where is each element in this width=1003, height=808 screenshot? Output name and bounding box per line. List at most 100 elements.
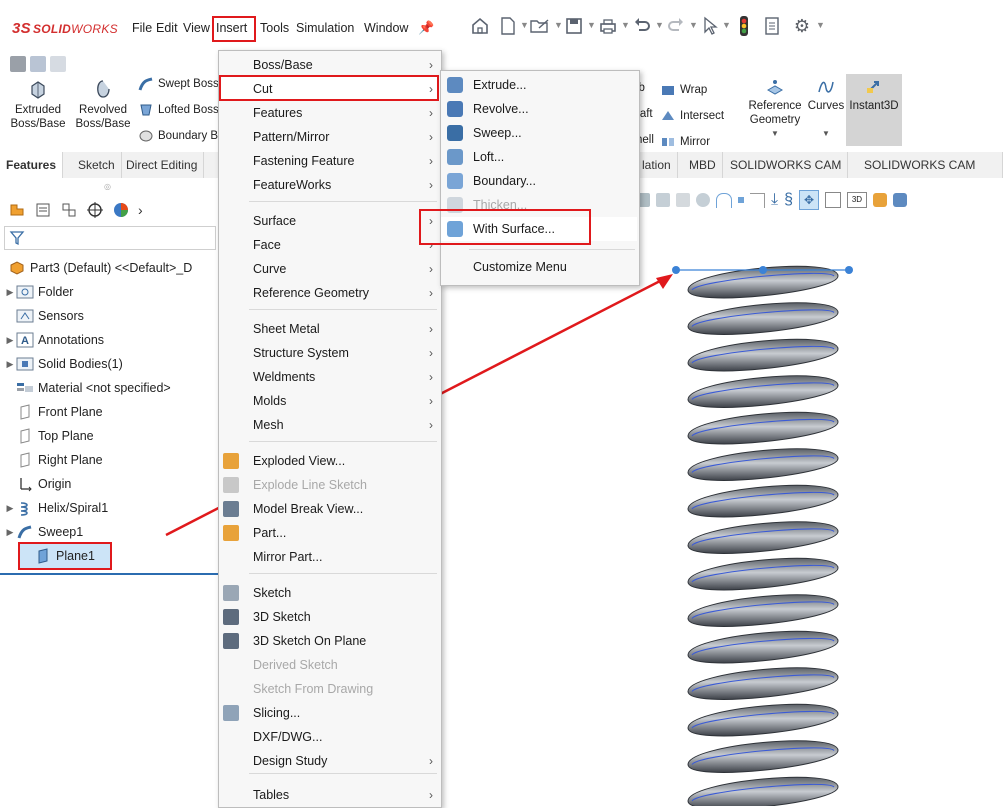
file-properties-icon[interactable] [760,14,784,38]
tree-item-solid-bodies[interactable]: ▶ Solid Bodies(1) [0,352,218,376]
plane-handle[interactable] [759,266,767,274]
tab-simulation[interactable]: lation [636,152,678,178]
tree-item-annotations[interactable]: ▶ A Annotations [0,328,218,352]
insert-menu-item-surface[interactable]: Surface › [219,209,441,233]
insert-menu-item-featureworks[interactable]: FeatureWorks › [219,173,441,197]
expand-arrow-icon[interactable]: ▶ [4,335,16,346]
camera-icon[interactable] [10,56,26,72]
plane-handle[interactable] [845,266,853,274]
curves-button[interactable]: Curves ▼ [806,78,846,141]
tree-item-origin[interactable]: Origin [0,472,218,496]
plane-handle[interactable] [672,266,680,274]
select-cursor-icon[interactable] [698,14,722,38]
pin-icon[interactable]: 📌 [418,20,434,36]
expand-arrow-icon[interactable]: ▶ [4,287,16,298]
undo-icon[interactable] [630,14,654,38]
collapse-handle-icon[interactable]: ◎ [104,182,111,191]
chevron-right-icon[interactable]: › [138,202,143,218]
insert-menu-item-molds[interactable]: Molds › [219,389,441,413]
filter-field[interactable] [4,226,216,250]
tab-mbd[interactable]: MBD [683,152,723,178]
tree-item-right-plane[interactable]: Right Plane [0,448,218,472]
menu-view[interactable]: View [183,21,210,35]
chevron-down-icon[interactable]: ▼ [744,127,806,141]
insert-menu-item-weldments[interactable]: Weldments › [219,365,441,389]
revolved-boss-base-button[interactable]: Revolved Boss/Base [72,78,134,131]
cut-menu-item-revolve[interactable]: Revolve... [441,97,637,121]
insert-menu-item-sketch[interactable]: Sketch [219,581,441,605]
insert-menu-item-face[interactable]: Face › [219,233,441,257]
instant3d-button[interactable]: Instant3D [846,74,902,146]
gear-icon[interactable]: ⚙ [790,14,814,38]
expand-arrow-icon[interactable]: ▶ [4,359,16,370]
tab-direct-editing[interactable]: Direct Editing [120,152,205,178]
cut-menu-item-customize-menu[interactable]: Customize Menu [441,255,637,279]
cut-menu-item-sweep[interactable]: Sweep... [441,121,637,145]
chevron-down-icon[interactable]: ▼ [806,127,846,141]
reference-geometry-button[interactable]: Reference Geometry ▼ [744,78,806,141]
tree-item-sensors[interactable]: Sensors [0,304,218,328]
insert-menu-item-dxf-dwg[interactable]: DXF/DWG... [219,725,441,749]
chevron-down-icon[interactable]: ▼ [689,20,698,30]
insert-menu-item-curve[interactable]: Curve › [219,257,441,281]
chevron-down-icon[interactable]: ▼ [655,20,664,30]
insert-menu-item-slicing[interactable]: Slicing... [219,701,441,725]
wrap-button[interactable]: Wrap [660,82,707,98]
menu-simulation[interactable]: Simulation [296,21,354,35]
display-manager-tab-icon[interactable] [112,201,130,219]
tab-features[interactable]: Features [0,152,64,178]
extruded-boss-base-button[interactable]: Extruded Boss/Base [8,78,68,131]
home-icon[interactable] [468,14,492,38]
chevron-down-icon[interactable]: ▼ [816,20,825,30]
insert-menu-item-features[interactable]: Features › [219,101,441,125]
chevron-down-icon[interactable]: ▼ [621,20,630,30]
expand-arrow-icon[interactable]: ▶ [4,503,16,514]
tree-item-sweep[interactable]: ▶ Sweep1 [0,520,218,544]
feature-tree-tab-icon[interactable] [8,201,26,219]
menu-tools[interactable]: Tools [260,21,289,35]
insert-menu-item-design-study[interactable]: Design Study › [219,749,441,773]
cut-menu-item-extrude[interactable]: Extrude... [441,73,637,97]
print-icon[interactable] [596,14,620,38]
tab-solidworks-cam[interactable]: SOLIDWORKS CAM [724,152,849,178]
property-manager-tab-icon[interactable] [34,201,52,219]
insert-menu-item-exploded-view[interactable]: Exploded View... [219,449,441,473]
tree-item-top-plane[interactable]: Top Plane [0,424,218,448]
tree-root-part3[interactable]: Part3 (Default) <<Default>_D [0,256,218,280]
chevron-down-icon[interactable]: ▼ [587,20,596,30]
insert-menu-item-pattern-mirror[interactable]: Pattern/Mirror › [219,125,441,149]
dimxpert-tab-icon[interactable] [86,201,104,219]
lofted-boss-button[interactable]: Lofted Boss [138,102,219,118]
menu-edit[interactable]: Edit [156,21,178,35]
insert-menu-item-mirror-part[interactable]: Mirror Part... [219,545,441,569]
configuration-manager-tab-icon[interactable] [60,201,78,219]
tree-item-front-plane[interactable]: Front Plane [0,400,218,424]
cut-menu-item-loft[interactable]: Loft... [441,145,637,169]
menu-file[interactable]: File [132,21,152,35]
rebuild-traffic-light-icon[interactable] [732,14,756,38]
display-alt-icon[interactable] [50,56,66,72]
mirror-button[interactable]: Mirror [660,134,710,150]
intersect-button[interactable]: Intersect [660,108,724,124]
tab-sketch[interactable]: Sketch [72,152,122,178]
insert-menu-item-3d-sketch-on-plane[interactable]: 3D Sketch On Plane [219,629,441,653]
insert-menu-item-structure-system[interactable]: Structure System › [219,341,441,365]
chevron-down-icon[interactable]: ▼ [722,20,731,30]
insert-menu-item-mesh[interactable]: Mesh › [219,413,441,437]
tree-item-material[interactable]: Material <not specified> [0,376,218,400]
expand-arrow-icon[interactable]: ▶ [4,527,16,538]
new-document-icon[interactable] [496,14,520,38]
insert-menu-item-model-break-view[interactable]: Model Break View... [219,497,441,521]
rollback-bar[interactable] [0,573,220,575]
save-icon[interactable] [562,14,586,38]
display-icon[interactable] [30,56,46,72]
insert-menu-item-reference-geometry[interactable]: Reference Geometry › [219,281,441,305]
redo-icon[interactable] [664,14,688,38]
boundary-boss-button[interactable]: Boundary B [138,128,218,144]
insert-menu-item-tables[interactable]: Tables › [219,783,441,807]
insert-menu-item-fastening-feature[interactable]: Fastening Feature › [219,149,441,173]
tree-item-helix-spiral[interactable]: ▶ Helix/Spiral1 [0,496,218,520]
swept-boss-button[interactable]: Swept Boss [138,76,219,92]
insert-menu-item-part[interactable]: Part... [219,521,441,545]
solidworks-logo[interactable]: 3S SOLIDWORKS [12,20,118,37]
